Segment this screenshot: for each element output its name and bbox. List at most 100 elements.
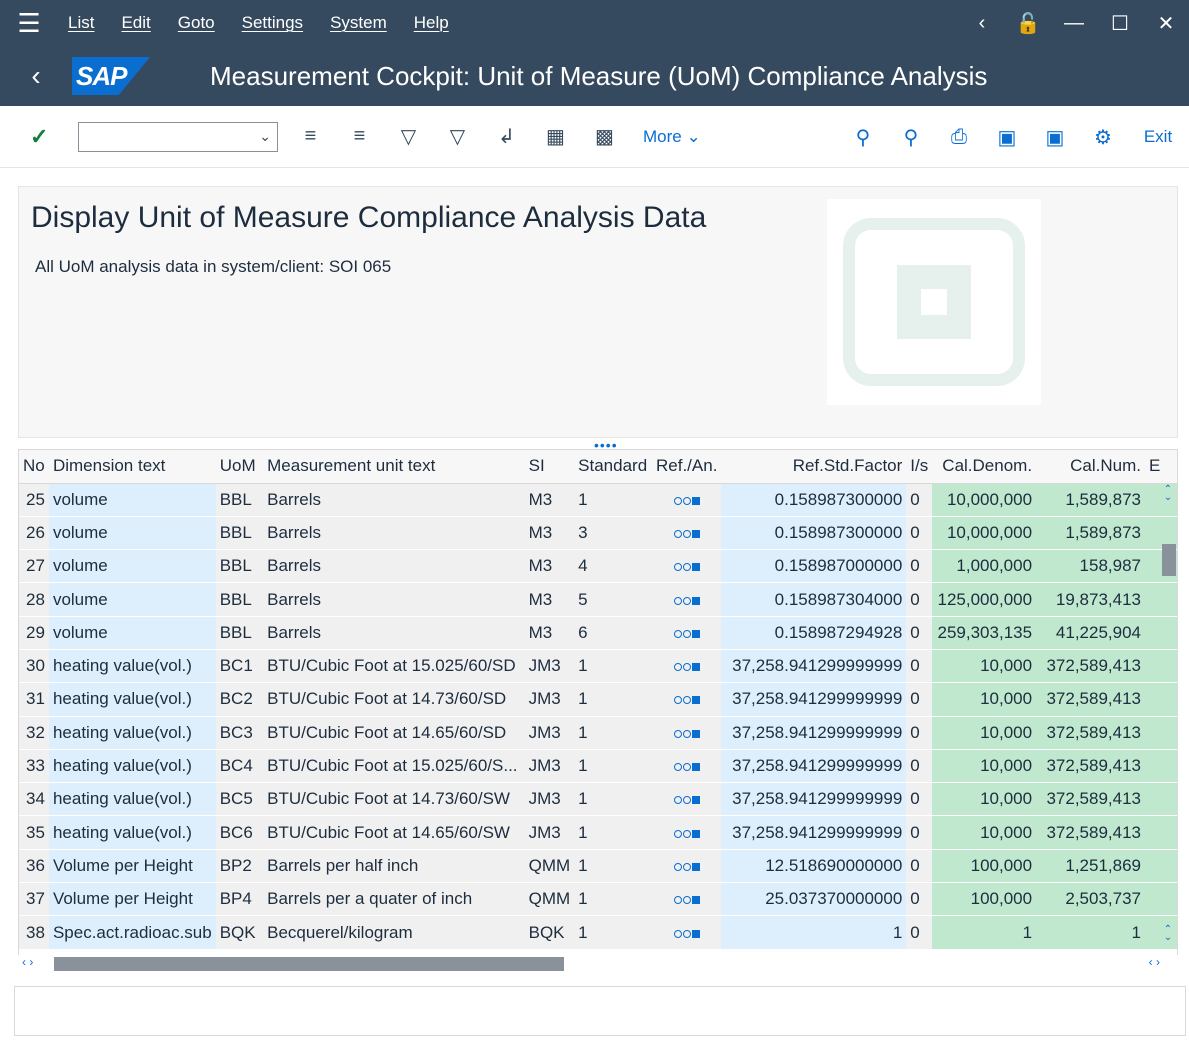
cell-ref-an[interactable] [652,549,722,584]
cell-cal-denom[interactable]: 259,303,135 [932,616,1037,650]
cell-is[interactable]: 0 [906,516,933,551]
cell-cal-denom[interactable]: 1 [932,915,1037,950]
cell-uom[interactable]: BBL [215,549,264,584]
cell-unit-text[interactable]: BTU/Cubic Foot at 14.65/60/SW [263,815,525,850]
cell-ref-std-factor[interactable]: 37,258.941299999999 [721,749,907,784]
col-header-e[interactable]: E [1145,450,1177,484]
menu-list[interactable]: List [68,13,94,33]
cell-ref-an[interactable] [652,749,722,784]
cell-standard[interactable]: 4 [574,549,652,584]
sort-ascending-icon[interactable]: ≡ [286,125,335,148]
table-row[interactable]: 33 heating value(vol.) BC4 BTU/Cubic Foot a… [19,749,1177,784]
cell-cal-num[interactable]: 1,589,873 [1036,516,1145,551]
cell-si[interactable]: JM3 [524,682,575,717]
cell-no[interactable]: 31 [19,682,49,717]
hamburger-menu-icon[interactable]: ☰ [0,8,58,39]
table-row[interactable]: 30 heating value(vol.) BC1 BTU/Cubic Foot a… [19,649,1177,684]
sort-descending-icon[interactable]: ≡ [335,125,384,148]
cell-cal-denom[interactable]: 10,000 [932,682,1037,717]
cell-no[interactable]: 37 [19,882,49,917]
cell-cal-num[interactable]: 1,589,873 [1036,483,1145,517]
cell-ref-std-factor[interactable]: 0.158987300000 [721,483,907,517]
cell-no[interactable]: 38 [19,915,49,950]
maximize-icon[interactable]: ☐ [1097,11,1143,36]
cell-si[interactable]: M3 [524,582,575,617]
vertical-scrollbar[interactable]: ⌃ ⌄ ⌃ ⌄ [1160,482,1176,952]
cell-is[interactable]: 0 [906,616,933,650]
cell-is[interactable]: 0 [906,849,933,884]
cell-cal-num[interactable]: 158,987 [1036,549,1145,584]
cell-standard[interactable]: 1 [574,782,652,817]
cell-cal-denom[interactable]: 10,000,000 [932,483,1037,517]
col-header-uom[interactable]: UoM [215,450,264,484]
cell-unit-text[interactable]: BTU/Cubic Foot at 14.73/60/SW [263,782,525,817]
menu-system[interactable]: System [330,13,387,33]
cell-uom[interactable]: BQK [215,915,264,950]
table-row[interactable]: 37 Volume per Height BP4 Barrels per a quat… [19,882,1177,917]
cell-dimension[interactable]: Spec.act.radioac.sub [48,915,216,950]
cell-no[interactable]: 28 [19,582,49,617]
cell-ref-std-factor[interactable]: 25.037370000000 [721,882,907,917]
cell-uom[interactable]: BC1 [215,649,264,684]
cell-ref-std-factor[interactable]: 37,258.941299999999 [721,716,907,750]
cell-si[interactable]: QMM [524,882,575,917]
cell-standard[interactable]: 1 [574,849,652,884]
cell-cal-num[interactable]: 372,589,413 [1036,716,1145,750]
table-row[interactable]: 36 Volume per Height BP2 Barrels per half i… [19,849,1177,884]
cell-no[interactable]: 34 [19,782,49,817]
cell-is[interactable]: 0 [906,749,933,784]
cell-standard[interactable]: 1 [574,649,652,684]
cell-unit-text[interactable]: Barrels [263,483,525,517]
cell-unit-text[interactable]: Barrels [263,516,525,551]
cell-ref-an[interactable] [652,582,722,617]
cell-ref-an[interactable] [652,849,722,884]
filter-settings-icon[interactable]: ▽ [433,124,482,149]
table-row[interactable]: 28 volume BBL Barrels M3 5 0.158987304000 0 125,… [19,582,1177,617]
table-row[interactable]: 34 heating value(vol.) BC5 BTU/Cubic Foot a… [19,782,1177,817]
cell-no[interactable]: 29 [19,616,49,650]
cell-cal-denom[interactable]: 10,000,000 [932,516,1037,551]
cell-standard[interactable]: 5 [574,582,652,617]
cell-uom[interactable]: BC6 [215,815,264,850]
close-icon[interactable]: ✕ [1143,11,1189,36]
search-icon[interactable]: ⚲ [839,125,887,150]
cell-uom[interactable]: BBL [215,483,264,517]
cell-is[interactable]: 0 [906,682,933,717]
menu-settings[interactable]: Settings [242,13,303,33]
cell-no[interactable]: 27 [19,549,49,584]
col-header-si[interactable]: SI [524,450,575,484]
chevron-left-icon[interactable]: ‹ [959,12,1005,35]
cell-dimension[interactable]: heating value(vol.) [48,749,216,784]
cell-ref-an[interactable] [652,516,722,551]
scroll-up-icon[interactable]: ⌃ ⌄ [1160,485,1176,503]
cell-is[interactable]: 0 [906,716,933,750]
cell-dimension[interactable]: volume [48,483,216,517]
cell-uom[interactable]: BC5 [215,782,264,817]
cell-uom[interactable]: BP2 [215,849,264,884]
cell-standard[interactable]: 1 [574,915,652,950]
cell-ref-std-factor[interactable]: 1 [721,915,907,950]
table-row[interactable]: 38 Spec.act.radioac.sub BQK Becquerel/kilog… [19,915,1177,950]
col-header-cal-denom[interactable]: Cal.Denom. [932,450,1037,484]
search-next-icon[interactable]: ⚲ [887,125,935,150]
table-settings-icon[interactable]: ▩ [580,124,629,149]
cell-cal-denom[interactable]: 100,000 [932,849,1037,884]
cell-no[interactable]: 35 [19,815,49,850]
enter-check-icon[interactable]: ✓ [30,124,66,150]
cell-is[interactable]: 0 [906,649,933,684]
cell-is[interactable]: 0 [906,582,933,617]
cell-no[interactable]: 32 [19,716,49,750]
cell-no[interactable]: 33 [19,749,49,784]
cell-unit-text[interactable]: BTU/Cubic Foot at 15.025/60/S... [263,749,525,784]
scroll-left-icon[interactable]: ‹ › [22,955,33,969]
cell-standard[interactable]: 1 [574,716,652,750]
col-header-standard[interactable]: Standard [574,450,652,484]
cell-uom[interactable]: BBL [215,616,264,650]
cell-ref-an[interactable] [652,915,722,950]
scroll-right-icon[interactable]: ‹ › [1149,955,1160,969]
cell-cal-denom[interactable]: 125,000,000 [932,582,1037,617]
cell-dimension[interactable]: heating value(vol.) [48,649,216,684]
cell-si[interactable]: M3 [524,616,575,650]
cell-cal-num[interactable]: 372,589,413 [1036,682,1145,717]
cell-dimension[interactable]: volume [48,582,216,617]
